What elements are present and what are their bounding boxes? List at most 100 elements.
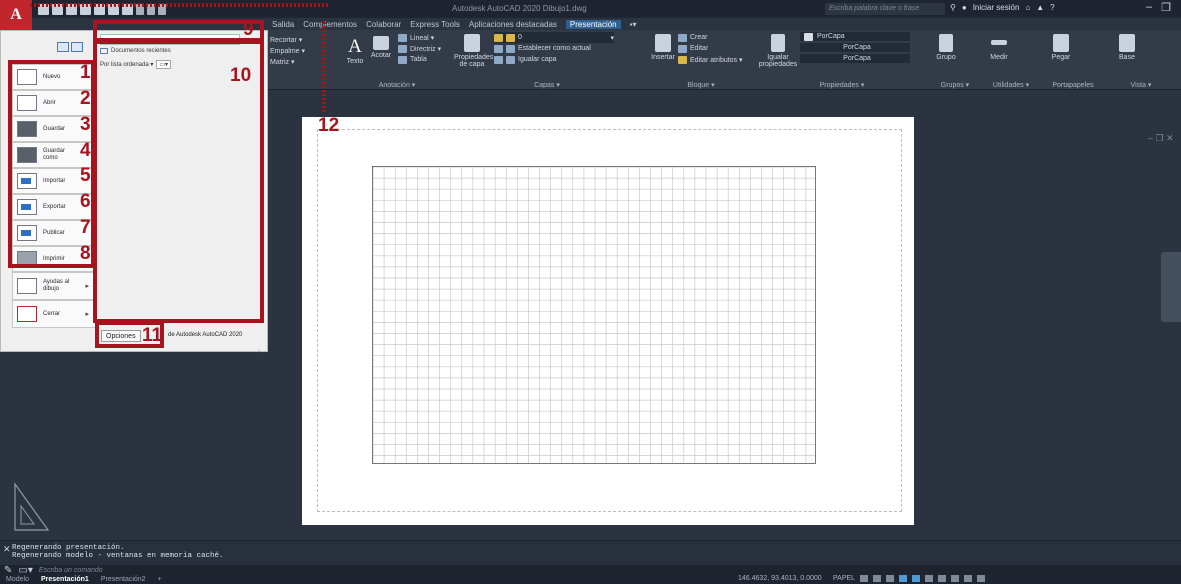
utilities-panel: Medir Utilidades ▾ xyxy=(982,30,1040,90)
table-button[interactable]: Tabla xyxy=(398,54,441,65)
viewport-minimize-icon[interactable]: – xyxy=(1148,133,1153,143)
command-input[interactable]: Escriba un comando xyxy=(39,567,103,574)
match-properties-button[interactable]: Igualar propiedades xyxy=(758,34,798,68)
array-button[interactable]: Matriz ▾ xyxy=(270,56,344,67)
cart-icon[interactable]: ⌂ xyxy=(1025,3,1030,12)
annotation-number-7: 7 xyxy=(80,217,91,238)
search-input[interactable]: Escriba palabra clave o frase xyxy=(825,3,945,15)
color-dropdown[interactable]: PorCapa xyxy=(800,32,910,41)
block-panel-title[interactable]: Bloque ▾ xyxy=(648,81,754,89)
annotation-scale-icon[interactable] xyxy=(951,575,959,582)
groups-panel: Grupo Grupos ▾ xyxy=(930,30,980,90)
annotation-panel-title[interactable]: Anotación ▾ xyxy=(342,81,452,89)
layer-properties-button[interactable]: Propiedades de capa xyxy=(454,34,493,68)
fillet-button[interactable]: Empalme ▾ xyxy=(270,45,344,56)
match-layer-button[interactable]: Igualar capa xyxy=(494,54,614,65)
linetype-dropdown[interactable]: PorCapa xyxy=(800,43,910,52)
status-bar: Modelo Presentación1 Presentación2 + 146… xyxy=(0,574,1181,584)
measure-icon xyxy=(991,40,1007,45)
properties-panel: Igualar propiedades PorCapa PorCapa PorC… xyxy=(756,30,928,90)
command-history-line: Regenerando modelo - ventanas en memoria… xyxy=(12,552,224,560)
lineweight-dropdown[interactable]: PorCapa xyxy=(800,54,910,63)
sun-icon xyxy=(506,33,515,42)
tab-colaborar[interactable]: Colaborar xyxy=(366,20,401,29)
add-layout-button[interactable]: + xyxy=(152,576,168,583)
text-a-icon: A xyxy=(348,36,362,57)
measure-button[interactable]: Medir xyxy=(986,34,1012,61)
binoculars-icon[interactable]: ⚲ xyxy=(950,3,956,12)
tab-presentacion2[interactable]: Presentación2 xyxy=(95,576,152,583)
lineweight-icon[interactable] xyxy=(925,575,933,582)
viewport-grid[interactable] xyxy=(372,166,816,464)
edit-attributes-button[interactable]: Editar atributos ▾ xyxy=(678,54,743,65)
ribbon-tabs: Salida Complementos Colaborar Express To… xyxy=(272,18,636,30)
workspace-icon[interactable] xyxy=(964,575,972,582)
group-button[interactable]: Grupo xyxy=(934,34,958,61)
viewport-restore-icon[interactable]: ❐ xyxy=(1156,133,1164,143)
paper-space-toggle[interactable]: PAPEL xyxy=(833,575,855,582)
trim-button[interactable]: Recortar ▾ xyxy=(270,34,344,45)
tab-express-tools[interactable]: Express Tools xyxy=(410,20,460,29)
close-document-icon xyxy=(17,306,37,322)
paste-icon xyxy=(1053,34,1069,52)
layer-tools-icon-4 xyxy=(506,55,515,64)
tab-complementos[interactable]: Complementos xyxy=(303,20,357,29)
polar-icon[interactable] xyxy=(886,575,894,582)
navigation-bar[interactable] xyxy=(1161,252,1181,322)
edit-block-button[interactable]: Editar xyxy=(678,43,743,54)
linear-dim-button[interactable]: Lineal ▾ xyxy=(398,32,441,43)
ortho-icon[interactable] xyxy=(873,575,881,582)
minimize-icon[interactable]: – xyxy=(1146,1,1152,14)
text-button[interactable]: A Texto xyxy=(344,36,366,65)
set-current-layer-button[interactable]: Establecer como actual xyxy=(494,43,614,54)
view-panel-title[interactable]: Vista ▾ xyxy=(1106,81,1176,89)
layer-dropdown[interactable]: 0 ▾ xyxy=(494,32,614,43)
group-icon xyxy=(939,34,953,52)
signin-label[interactable]: Iniciar sesión xyxy=(973,3,1020,12)
layers-panel-title[interactable]: Capas ▾ xyxy=(452,81,642,89)
command-line: ✕ Regenerando presentación. Regenerando … xyxy=(0,540,1181,576)
layer-tools-icon-2 xyxy=(506,44,515,53)
base-view-button[interactable]: Base xyxy=(1114,34,1140,61)
insert-button[interactable]: Insertar xyxy=(650,34,676,61)
snap-icon[interactable] xyxy=(860,575,868,582)
tab-aplicaciones-destacadas[interactable]: Aplicaciones destacadas xyxy=(469,20,557,29)
application-button[interactable]: A xyxy=(0,0,32,30)
create-block-button[interactable]: Crear xyxy=(678,32,743,43)
menu-item-cerrar[interactable]: Cerrar ▸ xyxy=(12,300,96,328)
transparency-icon[interactable] xyxy=(938,575,946,582)
submenu-arrow-icon-2: ▸ xyxy=(85,311,89,318)
annotation-number-9: 9 xyxy=(243,19,254,40)
dimension-button[interactable]: Acotar xyxy=(368,36,394,59)
autodesk-a-icon[interactable]: ▲ xyxy=(1036,3,1044,12)
tab-presentacion1[interactable]: Presentación1 xyxy=(35,576,95,583)
clipboard-panel-title[interactable]: Portapapeles xyxy=(1042,82,1104,89)
annotation-number-4: 4 xyxy=(80,140,91,161)
tab-overflow-icon[interactable]: ▪▾ xyxy=(630,20,637,29)
viewport-close-icon[interactable]: ✕ xyxy=(1166,133,1174,143)
customize-icon[interactable] xyxy=(977,575,985,582)
signin-area[interactable]: ⚲ ● Iniciar sesión ⌂ ▲ ? xyxy=(950,3,1055,12)
groups-panel-title[interactable]: Grupos ▾ xyxy=(930,81,980,89)
leader-button[interactable]: Directriz ▾ xyxy=(398,43,441,54)
properties-panel-title[interactable]: Propiedades ▾ xyxy=(756,81,928,89)
tab-salida[interactable]: Salida xyxy=(272,20,294,29)
restore-icon[interactable]: ❐ xyxy=(1161,1,1171,14)
help-icon[interactable]: ? xyxy=(1050,3,1054,12)
insert-block-icon xyxy=(655,34,671,52)
menu-item-ayudas-dibujo[interactable]: Ayudas al dibujo ▸ xyxy=(12,272,96,300)
tab-modelo[interactable]: Modelo xyxy=(0,576,35,583)
tab-presentacion[interactable]: Presentación xyxy=(565,19,621,29)
otrack-icon[interactable] xyxy=(912,575,920,582)
close-command-line-icon[interactable]: ✕ xyxy=(3,544,11,555)
scroll-arrow-icon[interactable]: › xyxy=(258,348,260,355)
attributes-icon xyxy=(678,55,687,64)
paste-button[interactable]: Pegar xyxy=(1048,34,1074,61)
annotation-number-10: 10 xyxy=(230,65,252,86)
utilities-panel-title[interactable]: Utilidades ▾ xyxy=(982,81,1040,89)
cursor-coordinates: 146.4632, 93.4013, 0.0000 xyxy=(738,575,822,582)
osnap-icon[interactable] xyxy=(899,575,907,582)
exit-autocad-button[interactable]: de Autodesk AutoCAD 2020 xyxy=(168,332,242,338)
linear-dim-icon xyxy=(398,33,407,42)
status-toggles xyxy=(860,575,985,582)
